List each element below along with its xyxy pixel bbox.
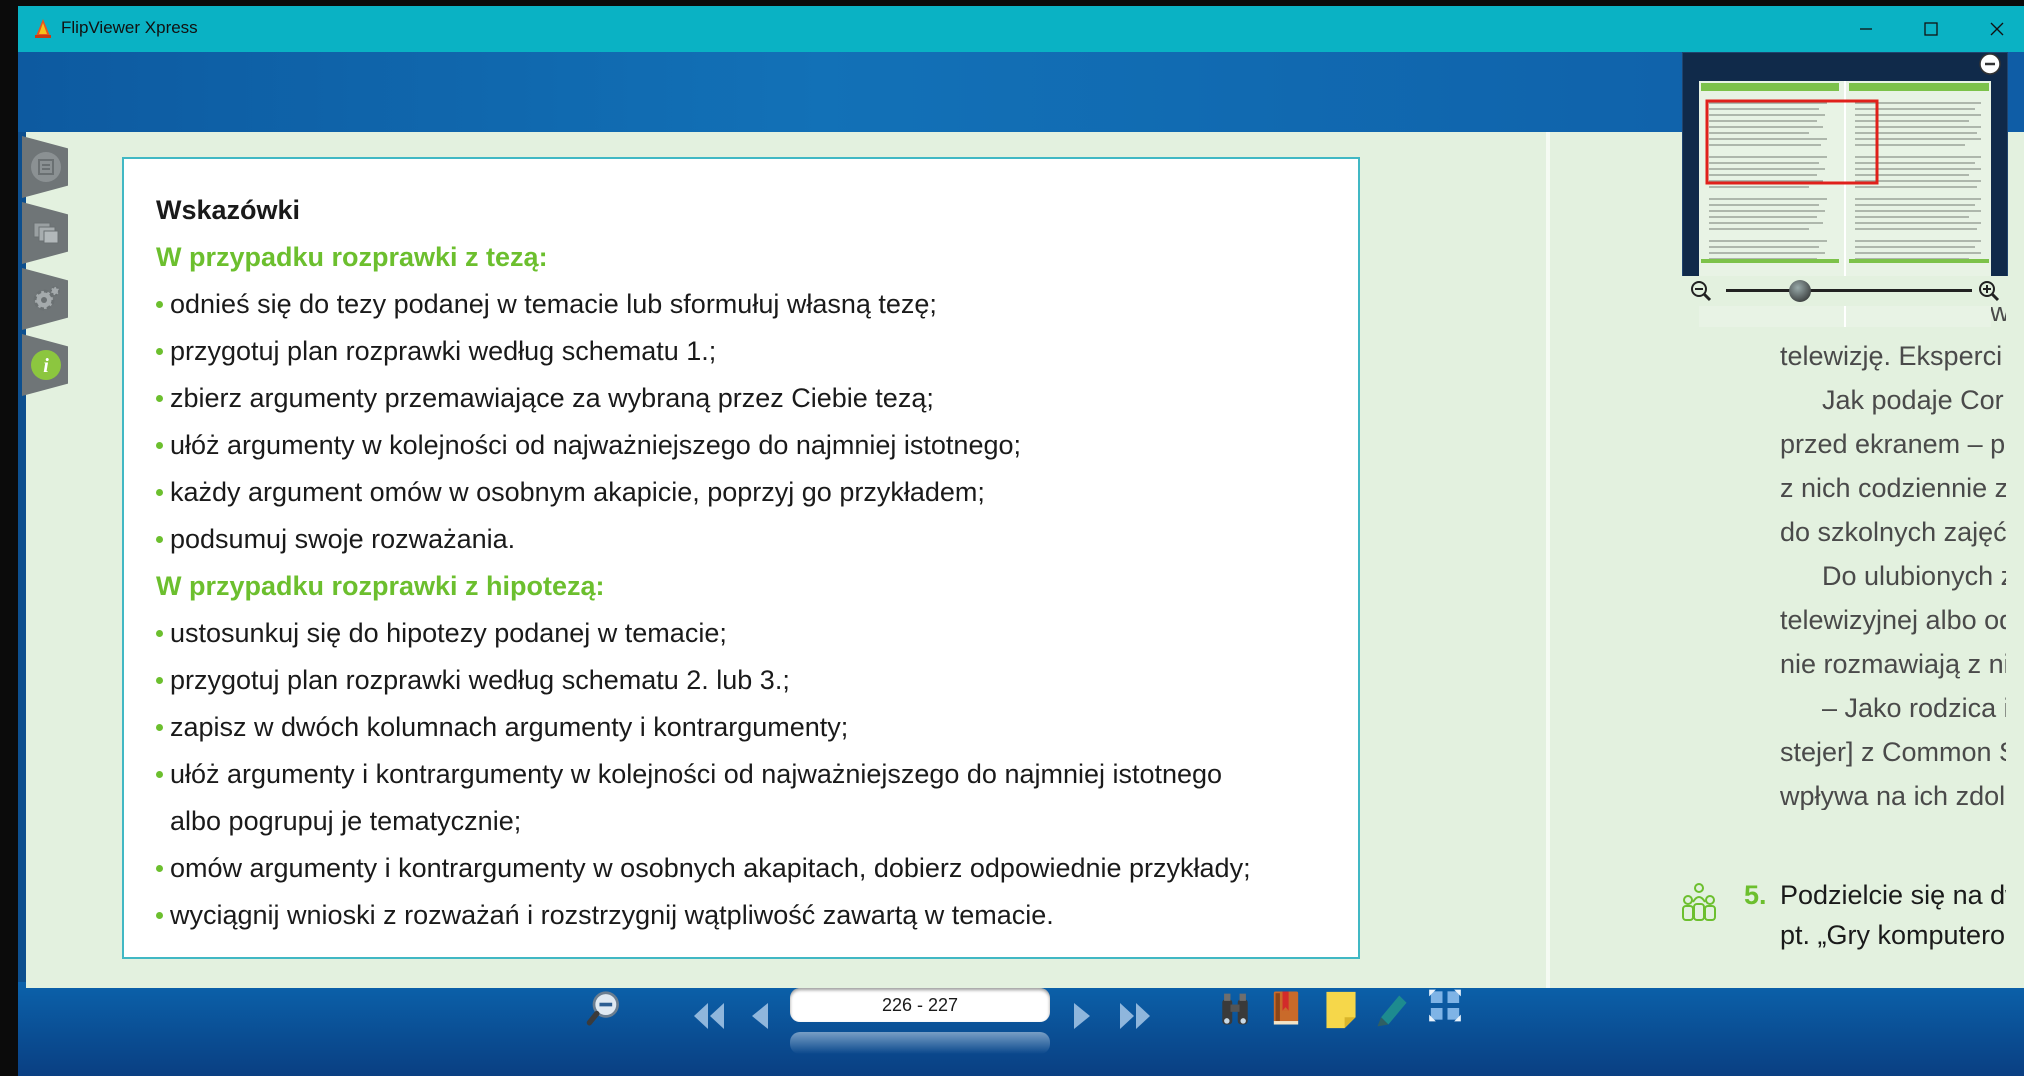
bullet-icon <box>156 348 163 355</box>
list-item-text: wyciągnij wnioski z rozważań i rozstrzyg… <box>170 900 1054 930</box>
info-icon: i <box>31 350 61 380</box>
list-item: ustosunkuj się do hipotezy podanej w tem… <box>156 610 1332 657</box>
group-work-icon <box>1682 883 1716 921</box>
task-5: 5. Podzielcie się na dw pt. „Gry kompute… <box>1680 880 2006 980</box>
side-tab-info[interactable]: i <box>22 334 68 396</box>
zoom-slider-thumb[interactable] <box>1788 280 1811 302</box>
contents-icon <box>31 152 61 182</box>
text-line: nie rozmawiają z nim <box>1780 649 2006 679</box>
text-line: wpływa na ich zdol <box>1780 781 2006 810</box>
bookmark-book-icon[interactable] <box>1268 988 1304 1028</box>
page-spine <box>1546 132 1550 988</box>
list-item-text: zbierz argumenty przemawiające za wybran… <box>170 383 934 413</box>
bullet-icon <box>156 489 163 496</box>
list-item-text: ustosunkuj się do hipotezy podanej w tem… <box>170 618 727 648</box>
zoom-out-small-icon[interactable] <box>1690 280 1712 302</box>
right-page-text: rzystanie z mediów telewizję. Eksperci b… <box>1780 290 2006 810</box>
bullet-icon <box>156 301 163 308</box>
flipviewer-app: FlipViewer Xpress i Wskazówki W przypadk… <box>0 0 2024 1076</box>
first-page-icon[interactable] <box>692 996 726 1036</box>
bullet-icon <box>156 724 163 731</box>
search-binoculars-icon[interactable] <box>1218 990 1252 1030</box>
list-item: przygotuj plan rozprawki według schematu… <box>156 328 1332 375</box>
window-title: FlipViewer Xpress <box>61 18 198 37</box>
hints-title: Wskazówki <box>156 195 301 225</box>
page-field-reflection <box>790 1032 1050 1054</box>
list-item-text: omów argumenty i kontrargumenty w osobny… <box>170 853 1251 883</box>
list-item-text: odnieś się do tezy podanej w temacie lub… <box>170 289 937 319</box>
list-item: odnieś się do tezy podanej w temacie lub… <box>156 281 1332 328</box>
list-item-text: przygotuj plan rozprawki według schematu… <box>170 336 717 366</box>
bullet-icon <box>156 536 163 543</box>
list-item: ułóż argumenty w kolejności od najważnie… <box>156 422 1332 469</box>
title-bar: FlipViewer Xpress <box>18 6 2024 52</box>
text-line: – Jako rodzica i e <box>1822 693 2006 723</box>
list-item-text: każdy argument omów w osobnym akapicie, … <box>170 477 985 507</box>
hypothesis-heading: W przypadku rozprawki z hipotezą: <box>156 571 605 601</box>
bullet-icon <box>156 865 163 872</box>
zoom-slider-track[interactable] <box>1726 289 1972 292</box>
text-line: telewizję. Eksperci b <box>1780 341 2006 371</box>
list-item: omów argumenty i kontrargumenty w osobny… <box>156 845 1332 892</box>
text-line: stejer] z Common S <box>1780 737 2006 767</box>
bullet-icon <box>156 442 163 449</box>
list-item: zapisz w dwóch kolumnach argumenty i kon… <box>156 704 1332 751</box>
last-page-icon[interactable] <box>1118 996 1152 1036</box>
list-item: ułóż argumenty i kontrargumenty w kolejn… <box>156 751 1332 798</box>
maximize-button[interactable] <box>1898 6 1964 52</box>
maximize-icon <box>1924 22 1938 36</box>
list-item: każdy argument omów w osobnym akapicie, … <box>156 469 1332 516</box>
zoom-out-icon[interactable] <box>584 990 624 1030</box>
thesis-heading: W przypadku rozprawki z tezą: <box>156 242 548 272</box>
minimize-icon <box>1860 28 1872 30</box>
navigator-zoom-row <box>1682 276 2008 306</box>
side-tab-contents[interactable] <box>22 136 68 198</box>
bullet-icon <box>156 630 163 637</box>
task-text-line: pt. „Gry komputero <box>1780 920 2006 950</box>
hints-box: Wskazówki W przypadku rozprawki z tezą: … <box>122 157 1360 959</box>
task-number: 5. <box>1744 880 1767 910</box>
next-page-icon[interactable] <box>1072 996 1094 1036</box>
fullscreen-icon[interactable] <box>1424 988 1466 1028</box>
list-item-text: podsumuj swoje rozważania. <box>170 524 516 554</box>
bullet-icon <box>156 771 163 778</box>
text-line: przed ekranem – p <box>1780 429 2006 459</box>
list-item-text: zapisz w dwóch kolumnach argumenty i kon… <box>170 712 849 742</box>
text-line: Jak podaje Cor <box>1822 385 2004 415</box>
minimize-button[interactable] <box>1833 6 1899 52</box>
list-item: podsumuj swoje rozważania. <box>156 516 1332 563</box>
list-item-text: przygotuj plan rozprawki według schematu… <box>170 665 790 695</box>
zoom-in-small-icon[interactable] <box>1978 280 2000 302</box>
bullet-icon <box>156 912 163 919</box>
highlighter-icon[interactable] <box>1372 990 1412 1030</box>
list-item-text: ułóż argumenty w kolejności od najważnie… <box>170 430 1021 460</box>
desktop-edge <box>0 0 18 1076</box>
text-line: Do ulubionych z <box>1822 561 2006 591</box>
page-navigator[interactable] <box>1682 52 2008 327</box>
settings-icon <box>33 286 60 311</box>
text-line: z nich codziennie z <box>1780 473 2006 503</box>
text-line: telewizyjnej albo od <box>1780 605 2006 635</box>
list-item-text: ułóż argumenty i kontrargumenty w kolejn… <box>170 759 1223 789</box>
task-text-line: Podzielcie się na dw <box>1780 880 2006 910</box>
list-item: przygotuj plan rozprawki według schematu… <box>156 657 1332 704</box>
list-item: zbierz argumenty przemawiające za wybran… <box>156 375 1332 422</box>
side-tab-settings[interactable] <box>22 268 68 330</box>
flipviewer-logo-icon <box>35 19 51 38</box>
previous-page-icon[interactable] <box>748 996 770 1036</box>
list-item: wyciągnij wnioski z rozważań i rozstrzyg… <box>156 892 1332 939</box>
text-line: do szkolnych zajęć. <box>1780 517 2006 547</box>
collapse-navigator-icon[interactable] <box>1978 52 2002 76</box>
side-tool-tabs: i <box>22 136 70 416</box>
svg-text:i: i <box>43 355 49 377</box>
bullet-icon <box>156 395 163 402</box>
sticky-note-icon[interactable] <box>1322 990 1360 1030</box>
close-button[interactable] <box>1964 6 2024 52</box>
close-icon <box>1990 22 2004 36</box>
side-tab-pages[interactable] <box>22 202 68 264</box>
list-item-continuation: albo pogrupuj je tematycznie; <box>170 806 522 836</box>
page-number-field[interactable]: 226 - 227 <box>790 988 1050 1022</box>
bullet-icon <box>156 677 163 684</box>
pages-icon <box>33 222 59 244</box>
